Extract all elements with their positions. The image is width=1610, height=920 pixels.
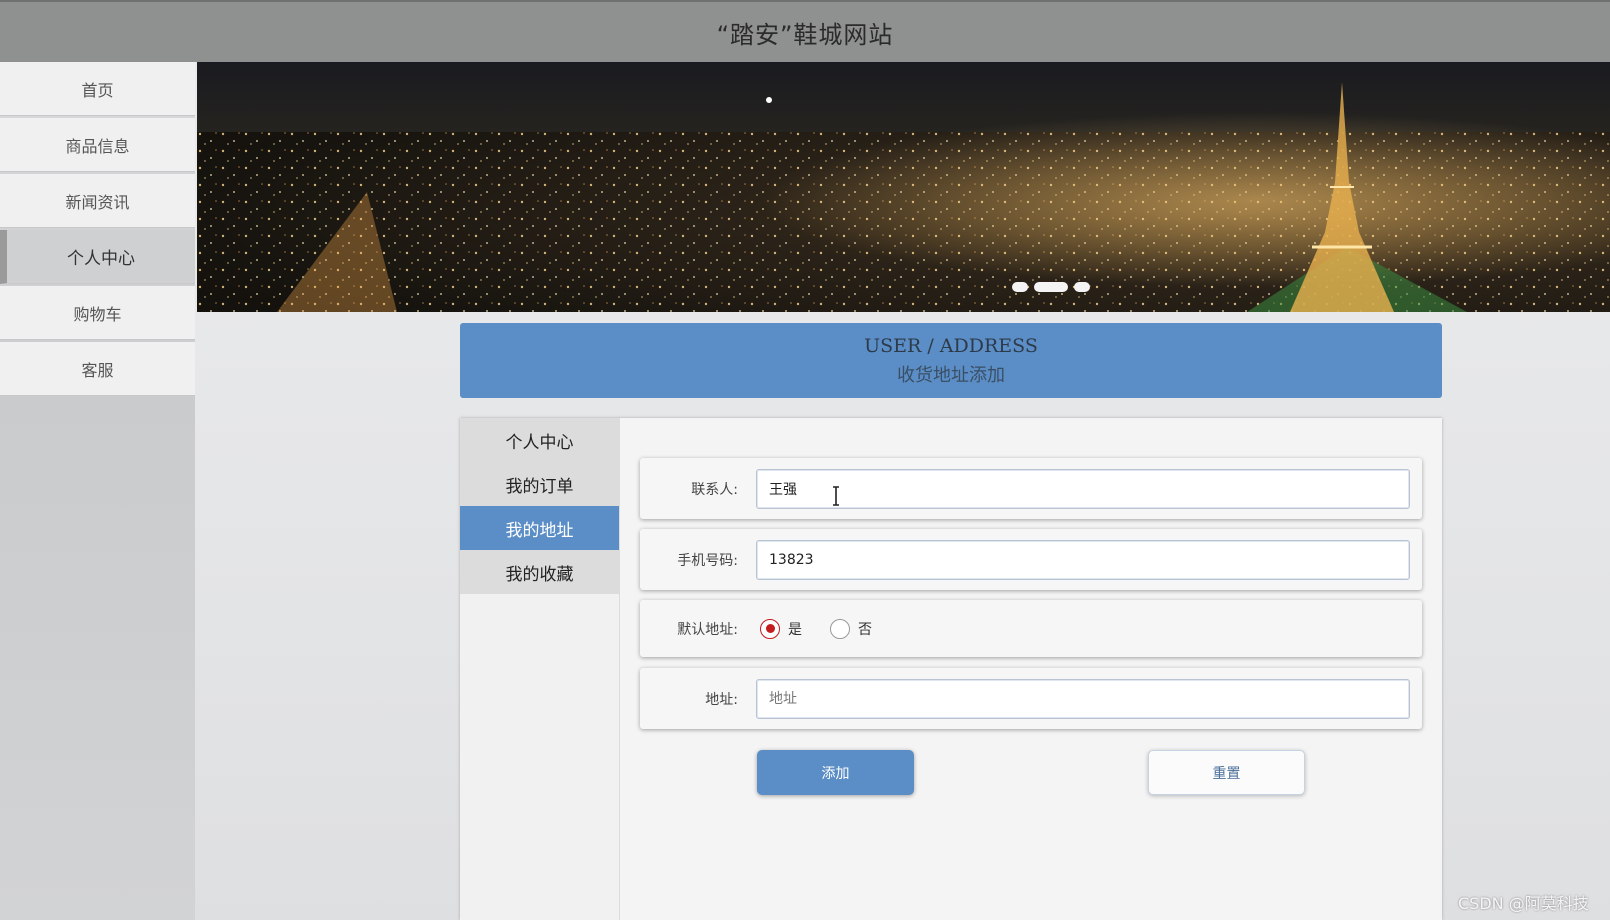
text-cursor-icon	[833, 486, 839, 506]
contact-label: 联系人:	[691, 481, 738, 498]
carousel-indicators	[1012, 282, 1090, 292]
radio-checked-icon[interactable]	[760, 618, 780, 639]
user-menu-item-orders[interactable]: 我的订单	[460, 462, 619, 506]
form-row-address: 地址:	[640, 668, 1422, 729]
user-menu: 个人中心 我的订单 我的地址 我的收藏	[460, 418, 620, 920]
nav-item-news[interactable]: 新闻资讯	[0, 174, 195, 228]
phone-label: 手机号码:	[677, 552, 738, 569]
contact-input[interactable]	[756, 468, 1410, 509]
address-input[interactable]	[756, 678, 1410, 719]
carousel-dot[interactable]	[1074, 282, 1090, 292]
nav-item-cart[interactable]: 购物车	[0, 286, 195, 340]
main-nav: 首页 商品信息 新闻资讯 个人中心 购物车 客服	[0, 62, 195, 920]
site-header: “踏安”鞋城网站	[0, 0, 1610, 62]
form-row-phone: 手机号码:	[640, 529, 1422, 590]
watermark: CSDN @阿莫科技	[1458, 894, 1589, 913]
section-title-en: USER / ADDRESS	[864, 334, 1038, 357]
form-row-contact: 联系人:	[640, 458, 1422, 519]
nav-item-products[interactable]: 商品信息	[0, 118, 195, 172]
user-menu-item-favorites[interactable]: 我的收藏	[460, 550, 619, 594]
add-button[interactable]: 添加	[757, 750, 914, 795]
radio-default-no[interactable]: 否	[830, 618, 872, 639]
section-header: USER / ADDRESS 收货地址添加	[460, 323, 1442, 398]
section-title-zh: 收货地址添加	[897, 364, 1005, 386]
nav-item-home[interactable]: 首页	[0, 62, 195, 116]
address-label: 地址:	[705, 691, 738, 708]
phone-input[interactable]	[756, 539, 1410, 580]
default-address-label: 默认地址:	[677, 621, 738, 638]
form-row-default-address: 默认地址: 是 否	[640, 600, 1422, 657]
nav-item-personal-center[interactable]: 个人中心	[0, 230, 195, 284]
radio-no-label: 否	[858, 621, 872, 638]
nav-item-customer-service[interactable]: 客服	[0, 342, 195, 396]
user-menu-item-center[interactable]: 个人中心	[460, 418, 619, 462]
user-menu-item-address[interactable]: 我的地址	[460, 506, 619, 550]
reset-button[interactable]: 重置	[1148, 750, 1305, 795]
radio-default-yes[interactable]: 是	[760, 618, 802, 639]
default-address-radio-group: 是 否	[760, 618, 900, 639]
carousel-dot-active[interactable]	[1034, 282, 1068, 292]
radio-yes-label: 是	[788, 621, 802, 638]
site-title: “踏安”鞋城网站	[716, 20, 894, 49]
banner-carousel	[197, 62, 1610, 312]
banner-city-image	[197, 62, 1610, 312]
radio-unchecked-icon[interactable]	[830, 618, 850, 639]
carousel-dot[interactable]	[1012, 282, 1028, 292]
